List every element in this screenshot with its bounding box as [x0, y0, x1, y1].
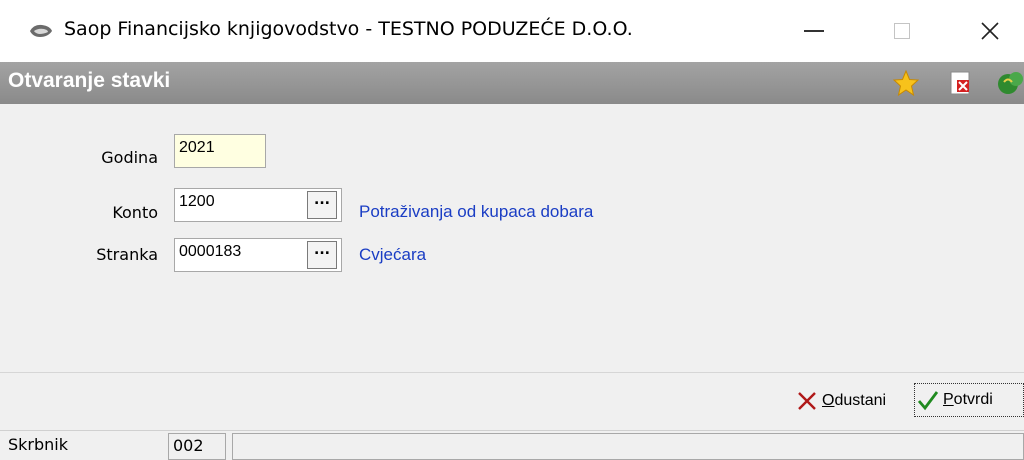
confirm-button[interactable]: Potvrdi [914, 383, 1024, 417]
app-logo-icon [30, 24, 52, 37]
window-title: Saop Financijsko knjigovodstvo - TESTNO … [64, 18, 633, 40]
form-panel: Godina 2021 Konto 1200 ... Potraživanja … [0, 104, 1024, 372]
stranka-browse-button[interactable]: ... [307, 241, 337, 269]
cancel-label: dustani [834, 392, 887, 409]
stranka-value: 0000183 [179, 243, 242, 260]
close-icon [981, 22, 999, 40]
confirm-label: otvrdi [953, 391, 993, 408]
cancel-x-icon [798, 392, 816, 410]
minimize-icon [804, 30, 824, 32]
konto-label: Konto [112, 203, 158, 222]
status-bar: Skrbnik 002 [0, 430, 1024, 460]
cancel-button[interactable]: Odustani [796, 383, 886, 419]
help-icon[interactable] [996, 69, 1024, 97]
maximize-button [880, 10, 924, 52]
maximize-icon [894, 23, 910, 39]
status-skrbnik-label: Skrbnik [8, 435, 69, 454]
window-titlebar: Saop Financijsko knjigovodstvo - TESTNO … [0, 0, 1024, 62]
star-icon[interactable] [892, 69, 920, 97]
konto-description: Potraživanja od kupaca dobara [359, 202, 594, 221]
form-header: Otvaranje stavki [0, 62, 1024, 104]
close-document-icon[interactable] [946, 69, 974, 97]
godina-field[interactable]: 2021 [174, 134, 266, 168]
status-empty-cell [232, 433, 1024, 460]
konto-browse-button[interactable]: ... [307, 191, 337, 219]
cancel-mnemonic: O [822, 392, 835, 409]
close-window-button[interactable] [968, 10, 1012, 52]
minimize-button[interactable] [792, 10, 836, 52]
stranka-label: Stranka [96, 245, 158, 264]
page-title: Otvaranje stavki [8, 69, 171, 92]
godina-label: Godina [101, 148, 158, 167]
action-toolbar: Odustani Potvrdi [0, 372, 1024, 431]
stranka-description: Cvjećara [359, 245, 427, 264]
confirm-mnemonic: P [943, 391, 954, 408]
status-skrbnik-value: 002 [168, 433, 226, 460]
konto-value: 1200 [179, 193, 215, 210]
checkmark-icon [917, 391, 939, 411]
